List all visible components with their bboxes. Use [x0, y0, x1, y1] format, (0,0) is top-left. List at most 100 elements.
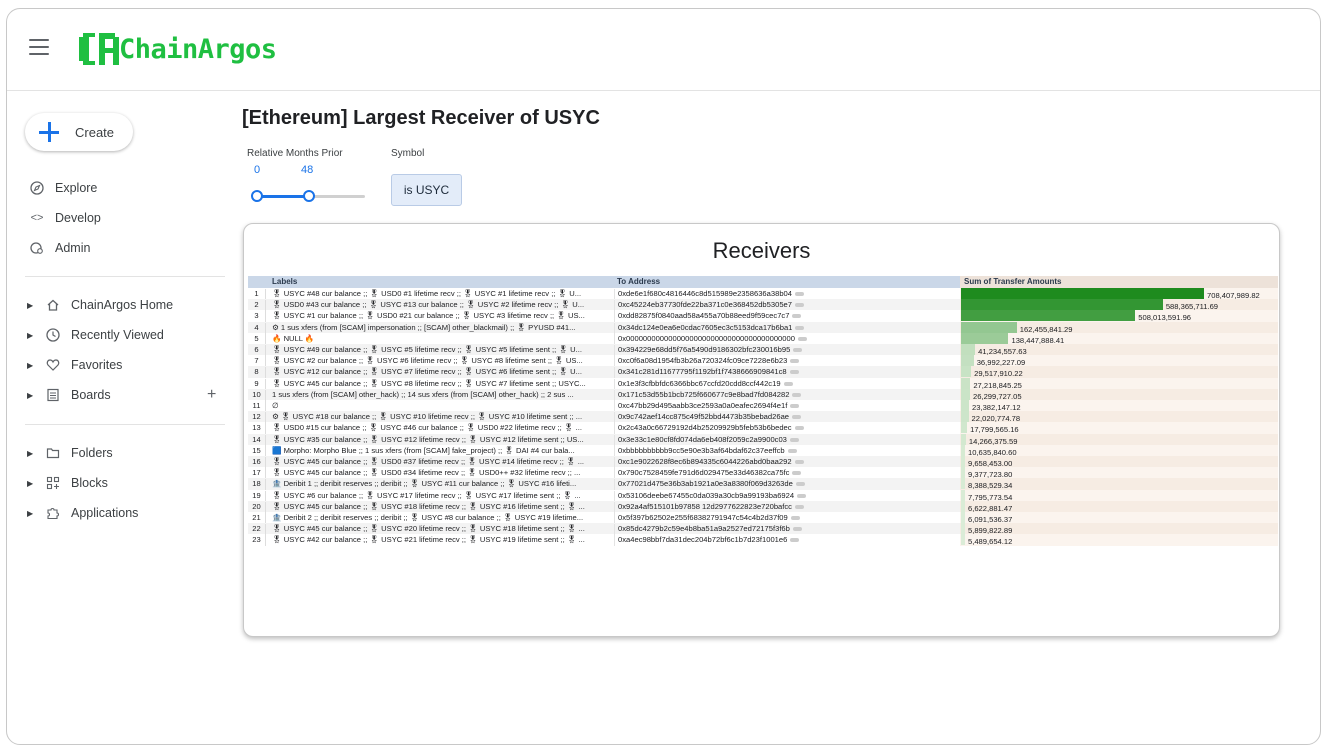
row-sum-cell[interactable]: 36,992,227.09: [960, 355, 1278, 367]
row-sum-cell[interactable]: 6,091,536.37: [960, 512, 1278, 524]
more-dots-icon[interactable]: [794, 460, 804, 464]
row-sum-cell[interactable]: 41,234,557.63: [960, 344, 1278, 356]
table-row[interactable]: 21 🏦 Deribit 2 ;; deribit reserves ;; der…: [248, 512, 1278, 524]
more-dots-icon[interactable]: [790, 538, 800, 543]
row-labels[interactable]: 🎖 USYC #45 cur balance ;; 🎖 USYC #8 life…: [272, 379, 612, 388]
more-dots-icon[interactable]: [790, 404, 800, 408]
row-labels[interactable]: 🎖 USYC #49 cur balance ;; 🎖 USYC #5 life…: [272, 345, 612, 354]
more-dots-icon[interactable]: [792, 392, 802, 397]
table-row[interactable]: 16 🎖 USYC #45 cur balance ;; 🎖 USD0 #37 l…: [248, 456, 1278, 468]
expand-arrow-icon[interactable]: ▶: [27, 301, 37, 310]
row-to-address[interactable]: 0xa4ec98bbf7da31dec204b72bf6c1b7d23f1001…: [614, 535, 958, 547]
add-board-plus-icon[interactable]: +: [207, 386, 216, 404]
sidebar-item-recently-viewed[interactable]: ▶ Recently Viewed: [7, 322, 233, 348]
more-dots-icon[interactable]: [797, 493, 807, 498]
row-sum-cell[interactable]: 138,447,888.41: [960, 332, 1278, 345]
expand-arrow-icon[interactable]: ▶: [27, 361, 37, 370]
row-sum-cell[interactable]: 26,299,727.05: [960, 388, 1278, 401]
row-labels[interactable]: 🔥 NULL 🔥: [272, 334, 612, 343]
more-dots-icon[interactable]: [795, 303, 804, 308]
months-range-slider[interactable]: [251, 190, 365, 202]
table-row[interactable]: 7 🎖 USYC #2 cur balance ;; 🎖 USYC #6 life…: [248, 355, 1278, 368]
expand-arrow-icon[interactable]: ▶: [27, 331, 37, 340]
row-sum-cell[interactable]: 508,013,591.96: [960, 310, 1278, 322]
row-labels[interactable]: 1 sus xfers (from [SCAM] other_hack) ;; …: [272, 390, 612, 399]
row-sum-cell[interactable]: 8,388,529.34: [960, 478, 1278, 490]
table-row[interactable]: 19 🎖 USYC #6 cur balance ;; 🎖 USYC #17 li…: [248, 489, 1278, 502]
symbol-filter-chip[interactable]: is USYC: [391, 174, 462, 206]
sidebar-item-admin[interactable]: Admin: [29, 235, 255, 261]
row-labels[interactable]: 🎖 USD0 #15 cur balance ;; 🎖 USYC #46 cur…: [272, 423, 612, 432]
more-dots-icon[interactable]: [794, 504, 804, 509]
row-sum-cell[interactable]: 17,799,565.16: [960, 422, 1278, 434]
row-sum-cell[interactable]: 7,795,773.54: [960, 489, 1278, 502]
row-labels[interactable]: 🎖 USYC #6 cur balance ;; 🎖 USYC #17 life…: [272, 491, 612, 500]
row-sum-cell[interactable]: 22,020,774.78: [960, 411, 1278, 423]
table-row[interactable]: 18 🏦 Deribit 1 ;; deribit reserves ;; der…: [248, 478, 1278, 491]
row-labels[interactable]: 🎖 USYC #1 cur balance ;; 🎖 USD0 #21 cur …: [272, 311, 612, 320]
more-dots-icon[interactable]: [795, 482, 805, 487]
table-row[interactable]: 20 🎖 USYC #45 cur balance ;; 🎖 USYC #18 l…: [248, 500, 1278, 513]
more-dots-icon[interactable]: [789, 370, 799, 375]
header-sum[interactable]: Sum of Transfer Amounts: [960, 276, 1278, 288]
more-dots-icon[interactable]: [787, 448, 797, 453]
row-sum-cell[interactable]: 162,455,841.29: [960, 321, 1278, 334]
sidebar-item-folders[interactable]: ▶ Folders: [7, 440, 233, 466]
more-dots-icon[interactable]: [792, 527, 802, 532]
more-dots-icon[interactable]: [797, 336, 807, 341]
table-row[interactable]: 23 🎖 USYC #42 cur balance ;; 🎖 USYC #21 l…: [248, 534, 1278, 547]
row-labels[interactable]: 🎖 USYC #42 cur balance ;; 🎖 USYC #21 lif…: [272, 535, 612, 544]
row-sum-cell[interactable]: 5,489,654.12: [960, 534, 1278, 546]
sidebar-item-applications[interactable]: ▶ Applications: [7, 500, 233, 526]
row-labels[interactable]: 🏦 Deribit 2 ;; deribit reserves ;; derib…: [272, 513, 612, 522]
more-dots-icon[interactable]: [790, 359, 800, 364]
header-labels[interactable]: Labels: [272, 277, 297, 286]
create-button[interactable]: Create: [25, 113, 133, 151]
row-labels[interactable]: 🎖 USYC #12 cur balance ;; 🎖 USYC #7 life…: [272, 367, 612, 376]
sidebar-item-chainargos-home[interactable]: ▶ ChainArgos Home: [7, 292, 233, 318]
sidebar-item-blocks[interactable]: ▶ Blocks: [7, 470, 233, 496]
row-sum-cell[interactable]: 588,365,711.69: [960, 299, 1278, 311]
row-sum-cell[interactable]: 5,899,822.89: [960, 523, 1278, 535]
row-labels[interactable]: ∅: [272, 401, 612, 410]
row-sum-cell[interactable]: 9,377,723.80: [960, 467, 1278, 479]
row-labels[interactable]: 🎖 USYC #48 cur balance ;; 🎖 USD0 #1 life…: [272, 289, 612, 298]
sidebar-item-develop[interactable]: <> Develop: [29, 205, 255, 231]
header-to-address[interactable]: To Address: [617, 277, 660, 286]
row-sum-cell[interactable]: 29,517,910.22: [960, 366, 1278, 378]
row-labels[interactable]: 🎖 USD0 #43 cur balance ;; 🎖 USYC #13 cur…: [272, 300, 612, 309]
row-sum-cell[interactable]: 27,218,845.25: [960, 377, 1278, 390]
more-dots-icon[interactable]: [794, 426, 804, 431]
row-labels[interactable]: 🎖 USYC #2 cur balance ;; 🎖 USYC #6 lifet…: [272, 356, 612, 365]
row-labels[interactable]: 🏦 Deribit 1 ;; deribit reserves ;; derib…: [272, 479, 612, 488]
menu-icon[interactable]: [29, 39, 49, 55]
table-row[interactable]: 10 1 sus xfers (from [SCAM] other_hack) ;…: [248, 388, 1278, 401]
table-row[interactable]: 3 🎖 USYC #1 cur balance ;; 🎖 USD0 #21 cur…: [248, 310, 1278, 323]
slider-min-handle[interactable]: [251, 190, 263, 202]
row-labels[interactable]: 🎖 USYC #35 cur balance ;; 🎖 USYC #12 lif…: [272, 435, 612, 444]
expand-arrow-icon[interactable]: ▶: [27, 449, 37, 458]
row-labels[interactable]: 🎖 USYC #45 cur balance ;; 🎖 USYC #20 lif…: [272, 524, 612, 533]
more-dots-icon[interactable]: [793, 348, 803, 352]
row-labels[interactable]: ⚙ 🎖 USYC #18 cur balance ;; 🎖 USYC #10 l…: [272, 412, 612, 421]
table-row[interactable]: 12 ⚙ 🎖 USYC #18 cur balance ;; 🎖 USYC #10…: [248, 411, 1278, 424]
row-sum-cell[interactable]: 708,407,989.82: [960, 288, 1278, 300]
table-row[interactable]: 13 🎖 USD0 #15 cur balance ;; 🎖 USYC #46 c…: [248, 422, 1278, 435]
table-row[interactable]: 6 🎖 USYC #49 cur balance ;; 🎖 USYC #5 lif…: [248, 344, 1278, 356]
more-dots-icon[interactable]: [792, 415, 802, 420]
more-dots-icon[interactable]: [790, 516, 800, 520]
more-dots-icon[interactable]: [792, 314, 802, 319]
row-sum-cell[interactable]: 10,635,840.60: [960, 444, 1278, 457]
table-row[interactable]: 17 🎖 USYC #45 cur balance ;; 🎖 USD0 #34 l…: [248, 467, 1278, 480]
table-row[interactable]: 4 ⚙ 1 sus xfers (from [SCAM] impersonatio…: [248, 321, 1278, 334]
table-row[interactable]: 14 🎖 USYC #35 cur balance ;; 🎖 USYC #12 l…: [248, 433, 1278, 446]
table-row[interactable]: 9 🎖 USYC #45 cur balance ;; 🎖 USYC #8 lif…: [248, 377, 1278, 390]
row-labels[interactable]: 🎖 USYC #45 cur balance ;; 🎖 USYC #18 lif…: [272, 502, 612, 511]
sidebar-item-favorites[interactable]: ▶ Favorites: [7, 352, 233, 378]
table-row[interactable]: 5 🔥 NULL 🔥 0x00000000000000000000000000000…: [248, 332, 1278, 345]
expand-arrow-icon[interactable]: ▶: [27, 391, 37, 400]
row-sum-cell[interactable]: 9,658,453.00: [960, 456, 1278, 468]
sidebar-item-boards[interactable]: ▶ Boards +: [7, 382, 233, 408]
more-dots-icon[interactable]: [795, 292, 804, 296]
expand-arrow-icon[interactable]: ▶: [27, 509, 37, 518]
